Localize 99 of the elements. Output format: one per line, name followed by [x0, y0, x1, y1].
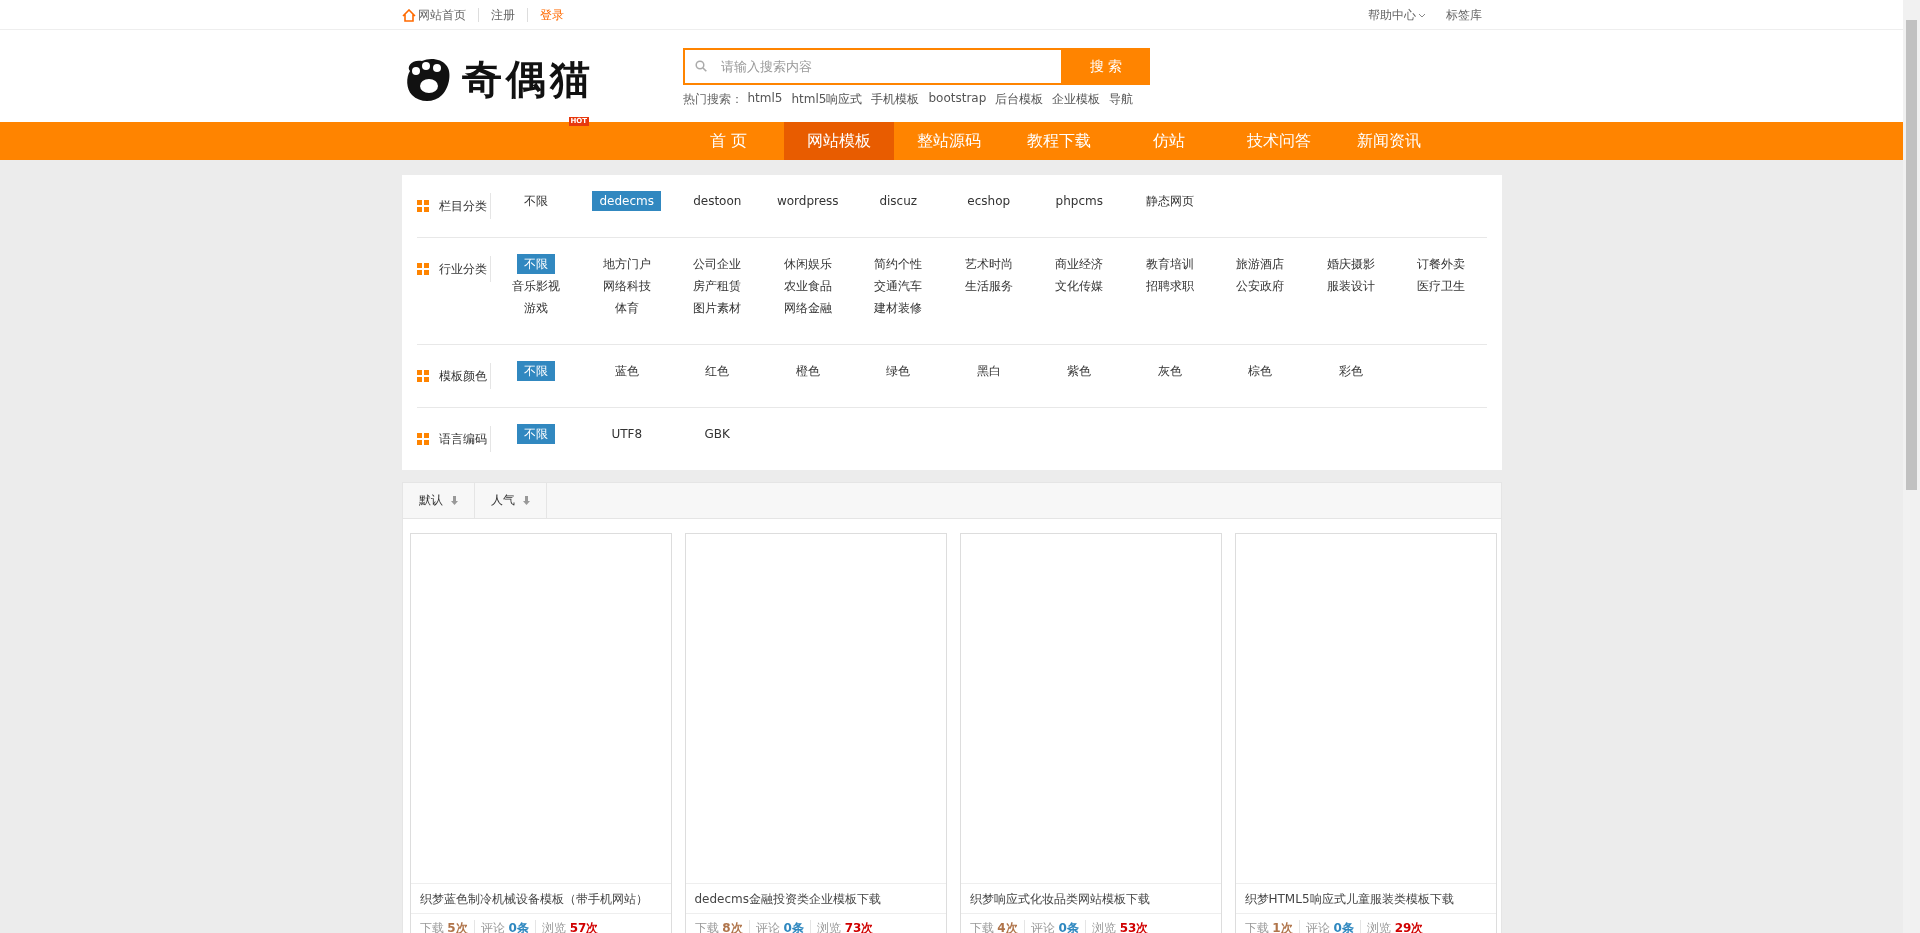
filter-label: 语言编码 [438, 430, 487, 448]
filter-option[interactable]: wordpress [769, 191, 846, 211]
filter-option[interactable]: 黑白 [969, 361, 1008, 381]
card-title[interactable]: 织梦蓝色制冷机械设备模板（带手机网站） [410, 884, 671, 914]
top-link[interactable]: 标签库 [1435, 8, 1502, 22]
template-card[interactable]: 织梦响应式化妆品类网站模板下载 下载 4次 评论 0条 浏览 53次 [959, 533, 1222, 933]
search-field[interactable]: 请输入搜索内容 [682, 48, 1063, 85]
download-count: 下载 1次 [1244, 919, 1294, 933]
filter-option[interactable]: dedecms [592, 191, 661, 211]
filter-option[interactable]: destoon [686, 191, 749, 211]
hot-search-link[interactable]: html5响应式 [791, 91, 863, 108]
comment-count: 评论 0条 [1298, 919, 1360, 933]
filter-option[interactable]: 生活服务 [957, 276, 1020, 296]
filter-label: 栏目分类 [438, 197, 487, 215]
filter-option[interactable]: 彩色 [1331, 361, 1370, 381]
filter-option[interactable]: 简约个性 [867, 254, 930, 274]
grid-icon [416, 263, 429, 275]
filter-option[interactable]: 医疗卫生 [1410, 276, 1473, 296]
filter-option[interactable]: 网络金融 [776, 298, 839, 318]
top-link[interactable]: 注册 [477, 8, 527, 22]
download-count: 下载 4次 [969, 919, 1019, 933]
filter-option[interactable]: 休闲娱乐 [776, 254, 839, 274]
filter-label: 模板颜色 [438, 367, 487, 385]
filter-option[interactable]: 服装设计 [1319, 276, 1382, 296]
filter-option[interactable]: 婚庆摄影 [1319, 254, 1382, 274]
card-title[interactable]: 织梦HTML5响应式儿童服装类模板下载 [1235, 884, 1496, 914]
down-arrow-icon [522, 496, 530, 505]
filter-option[interactable]: 艺术时尚 [957, 254, 1020, 274]
filter-option[interactable]: 游戏 [517, 298, 556, 318]
down-arrow-icon [450, 496, 458, 505]
filter-option[interactable]: 房产租赁 [686, 276, 749, 296]
filter-label: 行业分类 [438, 260, 487, 278]
filter-option[interactable]: 交通汽车 [867, 276, 930, 296]
search-icon [694, 60, 707, 72]
filter-option[interactable]: 不限 [517, 361, 556, 381]
filter-option[interactable]: 订餐外卖 [1410, 254, 1473, 274]
filter-option[interactable]: 紫色 [1060, 361, 1099, 381]
card-title[interactable]: dedecms金融投资类企业模板下载 [685, 884, 946, 914]
hot-search-link[interactable]: 后台模板 [995, 91, 1044, 108]
comment-count: 评论 0条 [473, 919, 535, 933]
hot-search-link[interactable]: 手机模板 [871, 91, 920, 108]
filter-option[interactable]: 灰色 [1150, 361, 1189, 381]
filter-option[interactable]: 静态网页 [1138, 191, 1201, 211]
grid-icon [416, 433, 429, 445]
filter-option[interactable]: ecshop [960, 191, 1018, 211]
filter-option[interactable]: 商业经济 [1048, 254, 1111, 274]
view-count: 浏览 57次 [534, 919, 605, 933]
filter-option[interactable]: 网络科技 [595, 276, 658, 296]
filter-option[interactable]: GBK [697, 424, 737, 444]
filter-option[interactable]: 文化传媒 [1048, 276, 1111, 296]
hot-search-link[interactable]: html5 [747, 91, 783, 108]
download-count: 下载 5次 [419, 919, 469, 933]
view-count: 浏览 73次 [809, 919, 880, 933]
filter-option[interactable]: 农业食品 [776, 276, 839, 296]
top-link[interactable]: 网站首页 [401, 8, 478, 22]
filter-option[interactable]: 地方门户 [595, 254, 658, 274]
filter-option[interactable]: 建材装修 [867, 298, 930, 318]
filter-option[interactable]: 图片素材 [686, 298, 749, 318]
hot-search-label: 热门搜索： [682, 91, 743, 108]
filter-option[interactable]: 公司企业 [686, 254, 749, 274]
filter-option[interactable]: 棕色 [1241, 361, 1280, 381]
template-card[interactable]: 织梦蓝色制冷机械设备模板（带手机网站） 下载 5次 评论 0条 浏览 57次 [409, 533, 672, 933]
view-count: 浏览 53次 [1084, 919, 1155, 933]
sort-tab[interactable]: 人气 [474, 483, 547, 518]
comment-count: 评论 0条 [1023, 919, 1085, 933]
logo-text: 奇偶猫 [461, 55, 594, 104]
filter-option[interactable]: 公安政府 [1229, 276, 1292, 296]
top-link[interactable]: 帮助中心 [1367, 8, 1436, 22]
hot-search-link[interactable]: bootstrap [928, 91, 987, 108]
scrollbar-thumb[interactable] [1906, 20, 1917, 490]
filter-option[interactable]: 不限 [517, 191, 556, 211]
filter-option[interactable]: 红色 [698, 361, 737, 381]
download-count: 下载 8次 [694, 919, 744, 933]
filter-option[interactable]: 音乐影视 [505, 276, 568, 296]
template-card[interactable]: dedecms金融投资类企业模板下载 下载 8次 评论 0条 浏览 73次 [684, 533, 947, 933]
sort-tab[interactable]: 默认 [402, 483, 475, 518]
template-card[interactable]: 织梦HTML5响应式儿童服装类模板下载 下载 1次 评论 0条 浏览 29次 [1234, 533, 1497, 933]
filter-option[interactable]: 旅游酒店 [1229, 254, 1292, 274]
filter-option[interactable]: UTF8 [604, 424, 650, 444]
view-count: 浏览 29次 [1359, 919, 1430, 933]
filter-option[interactable]: 招聘求职 [1138, 276, 1201, 296]
filter-option[interactable]: discuz [872, 191, 925, 211]
filter-option[interactable]: 蓝色 [607, 361, 646, 381]
nav-item[interactable]: 网站模板 [783, 122, 894, 160]
hot-search-link[interactable]: 企业模板 [1052, 91, 1101, 108]
chevron-down-icon [1417, 12, 1426, 18]
filter-option[interactable]: 不限 [517, 254, 556, 274]
home-icon [401, 8, 416, 22]
grid-icon [416, 370, 429, 382]
grid-icon [416, 200, 429, 212]
hot-search-link[interactable]: 导航 [1109, 91, 1134, 108]
filter-option[interactable]: 体育 [607, 298, 646, 318]
filter-option[interactable]: 教育培训 [1138, 254, 1201, 274]
filter-option[interactable]: 不限 [517, 424, 556, 444]
comment-count: 评论 0条 [748, 919, 810, 933]
card-title[interactable]: 织梦响应式化妆品类网站模板下载 [960, 884, 1221, 914]
filter-option[interactable]: 绿色 [879, 361, 918, 381]
filter-option[interactable]: 橙色 [788, 361, 827, 381]
filter-option[interactable]: phpcms [1048, 191, 1110, 211]
